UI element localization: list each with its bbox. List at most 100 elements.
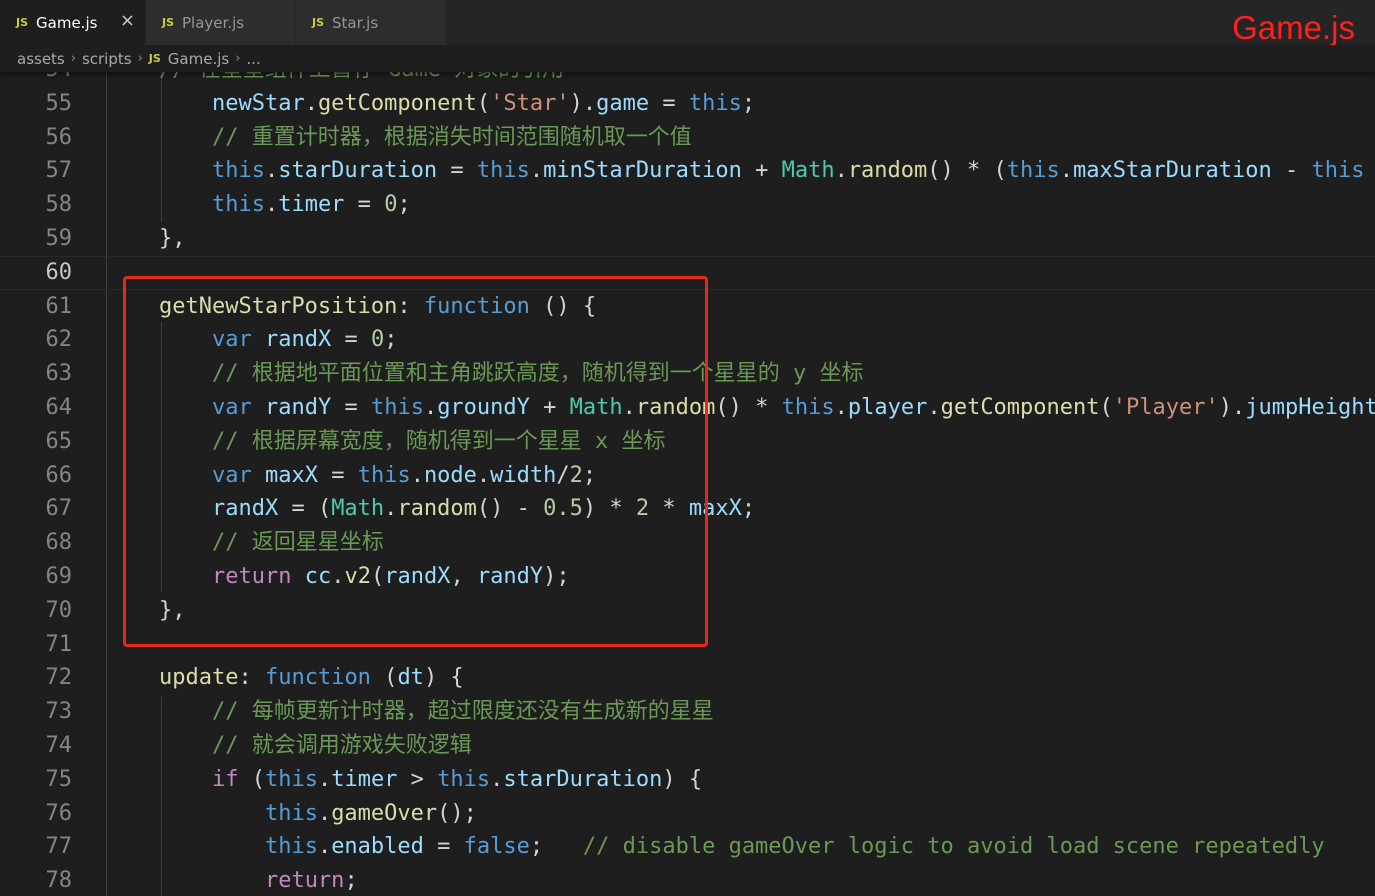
code-token: this	[264, 766, 318, 792]
code-token: maxX	[264, 462, 318, 488]
code-line[interactable]: 68 // 返回星星坐标	[0, 526, 1375, 560]
code-token: // disable gameOver logic to avoid load …	[582, 834, 1325, 860]
code-token: =	[344, 192, 385, 218]
breadcrumb-item-symbols[interactable]: ...	[246, 50, 260, 68]
code-line[interactable]: 55 newStar.getComponent('Star').game = t…	[0, 87, 1375, 121]
code-token: :	[397, 293, 424, 319]
code-line[interactable]: 78 return;	[0, 864, 1375, 896]
code-line[interactable]: 60	[0, 256, 1375, 290]
code-token: *	[649, 496, 689, 522]
code-token: player	[847, 394, 928, 420]
code-token: (	[1099, 394, 1113, 420]
chevron-right-icon: ›	[235, 51, 241, 66]
line-number: 56	[45, 124, 73, 150]
code-line[interactable]: 71	[0, 628, 1375, 662]
code-token: this	[211, 192, 265, 218]
code-token: .	[423, 394, 438, 420]
code-token: // 根据地平面位置和主角跳跃高度，随机得到一个星星的 y 坐标	[211, 361, 864, 387]
code-line[interactable]: 59 },	[0, 222, 1375, 256]
code-token: function	[423, 293, 530, 319]
code-line[interactable]: 58 this.timer = 0;	[0, 188, 1375, 222]
code-text: getNewStarPosition: function () {	[106, 290, 596, 324]
code-line[interactable]: 66 var maxX = this.node.width/2;	[0, 459, 1375, 493]
breadcrumb-item-scripts[interactable]: scripts	[82, 50, 132, 68]
code-line[interactable]: 57 this.starDuration = this.minStarDurat…	[0, 154, 1375, 188]
code-token: .	[264, 192, 279, 218]
tab-player-js[interactable]: JS Player.js	[146, 0, 296, 45]
code-line[interactable]: 74 // 就会调用游戏失败逻辑	[0, 729, 1375, 763]
code-line[interactable]: 54 // 在星星组件上暂存 Game 对象的引用	[0, 72, 1375, 87]
code-line[interactable]: 61 getNewStarPosition: function () {	[0, 290, 1375, 324]
code-token: 'Player'	[1112, 394, 1219, 420]
code-line[interactable]: 73 // 每帧更新计时器，超过限度还没有生成新的星星	[0, 695, 1375, 729]
code-token: maxX	[688, 496, 742, 522]
line-number: 62	[45, 327, 73, 353]
code-token: this	[1311, 158, 1365, 184]
breadcrumb-item-file[interactable]: Game.js	[168, 50, 229, 68]
code-token: .	[410, 462, 424, 488]
code-token: .	[384, 496, 398, 522]
code-token: timer	[278, 192, 345, 218]
code-token: 0	[384, 192, 398, 218]
code-token: this	[437, 766, 491, 792]
code-text: var randY = this.groundY + Math.random()…	[106, 391, 1375, 425]
code-line[interactable]: 67 randX = (Math.random() - 0.5) * 2 * m…	[0, 492, 1375, 526]
code-token: cc	[304, 563, 332, 589]
code-text: },	[106, 594, 186, 628]
code-line[interactable]: 69 return cc.v2(randX, randY);	[0, 560, 1375, 594]
tab-game-js[interactable]: JS Game.js ×	[0, 0, 146, 45]
line-number: 65	[45, 428, 73, 454]
code-token: game	[596, 90, 650, 116]
code-text: // 每帧更新计时器，超过限度还没有生成新的星星	[106, 695, 714, 729]
code-token: jumpHeight	[1245, 394, 1375, 420]
code-line[interactable]: 75 if (this.timer > this.starDuration) {	[0, 763, 1375, 797]
code-text: if (this.timer > this.starDuration) {	[106, 763, 702, 797]
tab-label: Player.js	[182, 13, 245, 32]
code-token: // 根据屏幕宽度，随机得到一个星星 x 坐标	[211, 428, 666, 454]
line-number: 60	[45, 259, 73, 285]
code-line[interactable]: 63 // 根据地平面位置和主角跳跃高度，随机得到一个星星的 y 坐标	[0, 357, 1375, 391]
code-line[interactable]: 56 // 重置计时器，根据消失时间范围随机取一个值	[0, 121, 1375, 155]
line-number: 69	[45, 563, 73, 589]
code-text: this.timer = 0;	[106, 188, 411, 222]
code-token: (	[476, 90, 491, 116]
code-line[interactable]: 64 var randY = this.groundY + Math.rando…	[0, 391, 1375, 425]
chevron-right-icon: ›	[137, 51, 143, 66]
tab-star-js[interactable]: JS Star.js	[296, 0, 446, 45]
code-text: this.enabled = false; // disable gameOve…	[106, 830, 1325, 864]
code-line[interactable]: 62 var randX = 0;	[0, 323, 1375, 357]
breadcrumb-item-assets[interactable]: assets	[17, 50, 65, 68]
close-icon[interactable]: ×	[120, 10, 135, 31]
line-number: 64	[45, 394, 73, 420]
code-token: return	[211, 563, 292, 589]
code-token: minStarDuration	[543, 158, 742, 184]
breadcrumb: assets › scripts › JS Game.js › ...	[0, 45, 1375, 72]
code-token: this	[357, 462, 411, 488]
code-editor[interactable]: 54 // 在星星组件上暂存 Game 对象的引用55 newStar.getC…	[0, 72, 1375, 896]
code-token: gameOver	[331, 800, 438, 826]
code-token: newStar	[211, 90, 305, 116]
code-line[interactable]: 72 update: function (dt) {	[0, 661, 1375, 695]
code-token: randX	[264, 327, 332, 353]
code-line[interactable]: 65 // 根据屏幕宽度，随机得到一个星星 x 坐标	[0, 425, 1375, 459]
code-line[interactable]: 76 this.gameOver();	[0, 797, 1375, 831]
line-number: 70	[45, 597, 73, 623]
code-line[interactable]: 70 },	[0, 594, 1375, 628]
code-text: this.gameOver();	[106, 797, 477, 831]
code-token: ();	[437, 800, 477, 826]
code-line[interactable]: 77 this.enabled = false; // disable game…	[0, 830, 1375, 864]
code-token: getComponent	[317, 90, 477, 116]
chevron-right-icon: ›	[70, 51, 76, 66]
code-token: 2	[569, 462, 583, 488]
code-text: randX = (Math.random() - 0.5) * 2 * maxX…	[106, 492, 755, 526]
code-token: return	[264, 868, 345, 894]
code-token: dt	[397, 665, 424, 691]
code-token: /	[556, 462, 570, 488]
